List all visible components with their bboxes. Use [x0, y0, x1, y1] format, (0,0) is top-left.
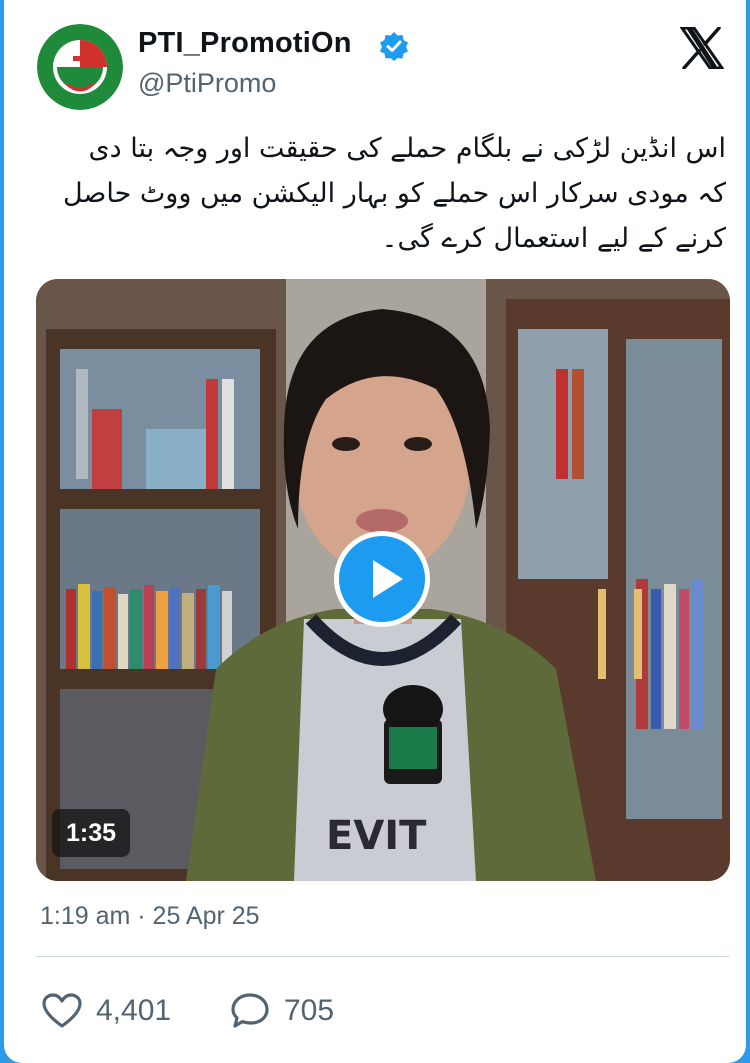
x-logo-icon[interactable]: [680, 27, 724, 69]
tweet-timestamp[interactable]: 1:19 am · 25 Apr 25: [40, 902, 260, 931]
video-duration-badge: 1:35: [52, 809, 131, 857]
tweet-text-line: کرنے کے لیے استعمال کرے گی۔: [381, 223, 726, 254]
like-count: 4,401: [96, 994, 172, 1027]
shirt-text: EVIT: [326, 813, 427, 859]
tweet-card: PTI_PromotiOn @PtiPromo اس انڈین لڑکی نے…: [4, 0, 746, 1063]
reply-button[interactable]: 705: [230, 988, 334, 1034]
like-button[interactable]: 4,401: [42, 988, 171, 1034]
account-handle[interactable]: @PtiPromo: [138, 68, 276, 99]
pti-logo-icon: [37, 24, 123, 110]
reply-bubble-icon: [231, 993, 269, 1028]
divider: [36, 956, 730, 957]
tweet-text: اس انڈین لڑکی نے بلگام حملے کی حقیقت اور…: [34, 126, 726, 261]
heart-icon: [42, 993, 82, 1028]
tweet-text-line: اس انڈین لڑکی نے بلگام حملے کی حقیقت اور…: [88, 133, 726, 164]
play-button[interactable]: [334, 531, 430, 627]
profile-avatar[interactable]: [37, 24, 123, 110]
play-icon: [373, 560, 403, 598]
tweet-text-line: کہ مودی سرکار اس حملے کو بہار الیکشن میں…: [62, 178, 726, 209]
reply-count: 705: [284, 994, 335, 1027]
verified-badge-icon: [380, 32, 408, 61]
video-player[interactable]: EVIT 1:35: [36, 279, 730, 881]
display-name[interactable]: PTI_PromotiOn: [138, 27, 352, 60]
